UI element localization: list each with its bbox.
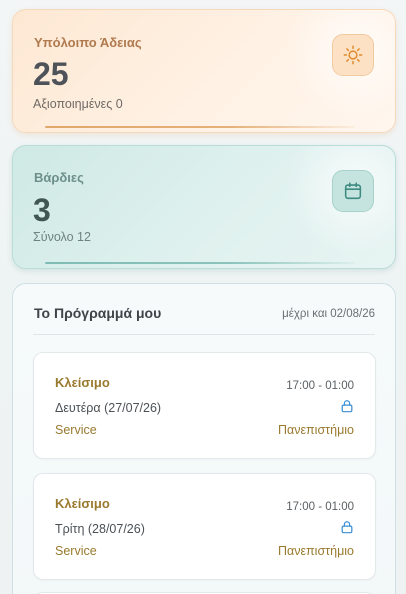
calendar-icon [344,182,362,200]
shift-location: Πανεπιστήμιο [277,544,354,558]
leave-balance-value: 25 [33,56,69,92]
schedule-title: Το Πρόγραμμά μου [34,305,162,321]
shift-department: Service [55,423,97,437]
leave-balance-title: Υπόλοιπο Άδειας [34,35,142,50]
shift-time: 17:00 - 01:00 [286,501,354,513]
shift-type: Κλείσιμο [55,375,110,390]
calendar-icon-badge [332,170,374,212]
shifts-card[interactable]: Βάρδιες 3 Σύνολο 12 [12,145,396,269]
leave-balance-card[interactable]: Υπόλοιπο Άδειας 25 Αξιοποιημένες 0 [12,9,396,133]
shift-location: Πανεπιστήμιο [277,423,354,437]
sun-icon [343,45,363,65]
lock-icon [341,400,353,413]
leave-accent-bar [45,126,355,128]
schedule-divider [33,334,375,335]
shifts-title: Βάρδιες [34,170,84,185]
shift-date: Δευτέρα (27/07/26) [55,401,162,415]
shift-card[interactable]: Κλείσιμο Δευτέρα (27/07/26) Service 17:0… [33,352,376,459]
shift-date: Τρίτη (28/07/26) [55,522,145,536]
shifts-total: Σύνολο 12 [33,230,91,244]
leave-used-count: Αξιοποιημένες 0 [33,97,123,111]
my-schedule-panel: Το Πρόγραμμά μου μέχρι και 02/08/26 Κλεί… [12,283,396,594]
shift-type: Κλείσιμο [55,496,110,511]
sun-icon-badge [332,34,374,76]
schedule-until-date: μέχρι και 02/08/26 [282,308,375,320]
shifts-accent-bar [45,262,355,264]
lock-icon [341,521,353,534]
shift-department: Service [55,544,97,558]
shift-time: 17:00 - 01:00 [286,380,354,392]
shifts-value: 3 [33,192,51,228]
shift-card[interactable]: Κλείσιμο Τρίτη (28/07/26) Service 17:00 … [33,473,376,580]
